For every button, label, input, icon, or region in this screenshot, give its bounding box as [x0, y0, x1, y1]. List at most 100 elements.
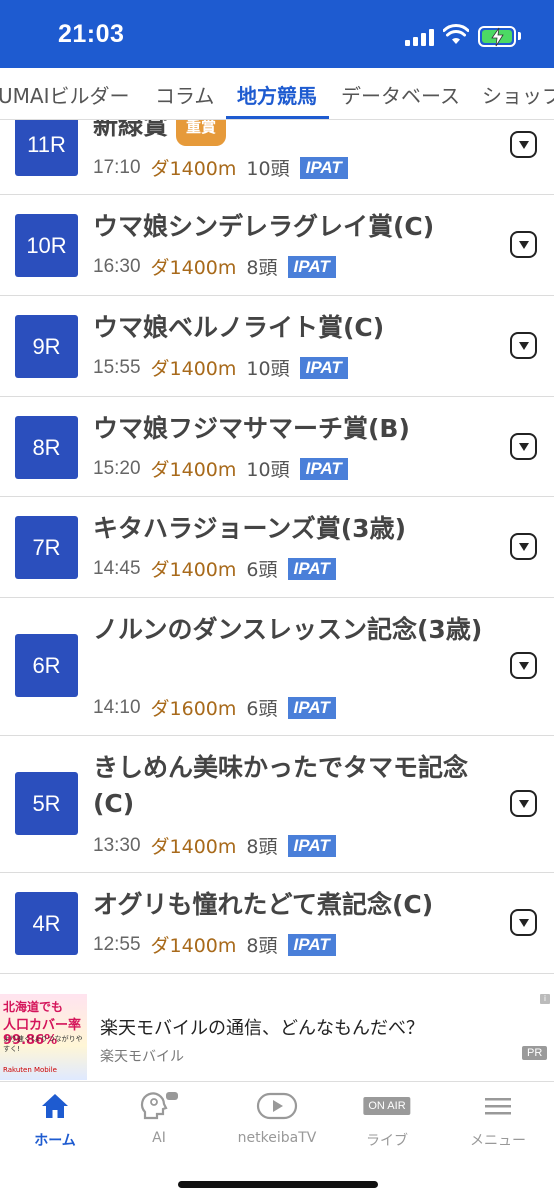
chevron-down-icon	[518, 799, 529, 808]
race-meta: 12:55 ダ1400m 8頭 IPAT	[93, 931, 336, 958]
cellular-signal-icon	[405, 28, 435, 46]
race-meta: 13:30 ダ1400m 8頭 IPAT	[93, 832, 336, 859]
ipat-badge[interactable]: IPAT	[299, 156, 348, 179]
category-tabs: UMAIビルダー コラム 地方競馬 データベース ショップ	[0, 68, 554, 120]
ipat-badge[interactable]: IPAT	[287, 696, 336, 719]
nav-label: ホーム	[34, 1133, 76, 1149]
nav-ai[interactable]: AI	[109, 1090, 209, 1150]
race-course: ダ1400m	[150, 158, 237, 180]
race-name: ウマ娘シンデレラグレイ賞(C)	[93, 212, 435, 241]
race-heads: 8頭	[246, 836, 278, 858]
race-row-10r[interactable]: 10R ウマ娘シンデレラグレイ賞(C) 16:30 ダ1400m 8頭 IPAT	[0, 195, 554, 296]
race-row-7r[interactable]: 7R キタハラジョーンズ賞(3歳) 14:45 ダ1400m 6頭 IPAT	[0, 497, 554, 598]
ad-banner[interactable]: 北海道でも 人口カバー率99.86% より速く!よりつながりやすく! Rakut…	[0, 986, 554, 1082]
ipat-badge[interactable]: IPAT	[299, 457, 348, 480]
home-icon	[42, 1094, 68, 1118]
chevron-down-icon	[518, 918, 529, 927]
nav-home[interactable]: ホーム	[5, 1090, 105, 1150]
on-air-icon: ON AIR	[363, 1094, 411, 1126]
race-row-11r[interactable]: 11R 新緑賞 重賞 17:10 ダ1400m 10頭 IPAT	[0, 120, 554, 195]
chevron-down-icon	[518, 542, 529, 551]
ipat-badge[interactable]: IPAT	[287, 557, 336, 580]
tab-shop[interactable]: ショップ	[482, 80, 554, 109]
race-course: ダ1600m	[150, 698, 237, 720]
ipat-badge[interactable]: IPAT	[287, 834, 336, 857]
race-name: ウマ娘フジマサマーチ賞(B)	[93, 414, 410, 443]
race-meta: 15:55 ダ1400m 10頭 IPAT	[93, 354, 348, 381]
app-screen: 21:03 UMAIビルダー コラム 地方競馬 データベース ショップ 11R	[0, 0, 554, 1199]
nav-menu[interactable]: メニュー	[448, 1090, 548, 1150]
nav-label: AI	[152, 1130, 166, 1146]
ad-info-icon[interactable]: i	[540, 994, 550, 1004]
race-row-5r[interactable]: 5R きしめん美味かったでタマモ記念(C) 13:30 ダ1400m 8頭 IP…	[0, 736, 554, 873]
ad-title[interactable]: 楽天モバイルの通信、どんなもんだべ？	[100, 1014, 424, 1040]
race-number-badge: 4R	[15, 892, 78, 955]
chevron-down-icon	[518, 661, 529, 670]
ad-image[interactable]: 北海道でも 人口カバー率99.86% より速く!よりつながりやすく! Rakut…	[0, 994, 87, 1080]
race-course: ダ1400m	[150, 257, 237, 279]
chevron-down-icon	[518, 140, 529, 149]
status-bar: 21:03	[0, 0, 554, 68]
expand-button[interactable]	[510, 533, 537, 560]
wifi-icon	[443, 24, 469, 44]
grade-badge: 重賞	[176, 120, 227, 146]
expand-button[interactable]	[510, 433, 537, 460]
chevron-down-icon	[518, 442, 529, 451]
race-meta: 15:20 ダ1400m 10頭 IPAT	[93, 455, 348, 482]
nav-label: netkeibaTV	[237, 1130, 317, 1146]
race-heads: 10頭	[246, 358, 290, 380]
race-time: 12:55	[93, 933, 141, 955]
race-course: ダ1400m	[150, 358, 237, 380]
race-number-badge: 11R	[15, 120, 78, 176]
race-course: ダ1400m	[150, 836, 237, 858]
home-indicator[interactable]	[178, 1181, 378, 1188]
race-list: 11R 新緑賞 重賞 17:10 ダ1400m 10頭 IPAT 10R ウマ娘シ…	[0, 120, 554, 986]
race-row-4r[interactable]: 4R オグリも憧れたどて煮記念(C) 12:55 ダ1400m 8頭 IPAT	[0, 873, 554, 974]
tab-column[interactable]: コラム	[155, 80, 214, 109]
expand-button[interactable]	[510, 332, 537, 359]
race-name: オグリも憧れたどて煮記念(C)	[93, 890, 434, 919]
ai-brain-icon	[140, 1092, 178, 1120]
race-course: ダ1400m	[150, 935, 237, 957]
race-meta: 14:45 ダ1400m 6頭 IPAT	[93, 555, 336, 582]
race-time: 17:10	[93, 156, 141, 178]
race-name: 新緑賞 重賞	[93, 120, 488, 146]
race-heads: 6頭	[246, 559, 278, 581]
race-number-badge: 6R	[15, 634, 78, 697]
race-heads: 8頭	[246, 257, 278, 279]
tab-database[interactable]: データベース	[341, 80, 460, 109]
race-number-badge: 5R	[15, 772, 78, 835]
race-row-9r[interactable]: 9R ウマ娘ベルノライト賞(C) 15:55 ダ1400m 10頭 IPAT	[0, 296, 554, 397]
race-meta: 14:10 ダ1600m 6頭 IPAT	[93, 694, 336, 721]
race-name: きしめん美味かったでタマモ記念(C)	[93, 753, 469, 818]
nav-netkeiba-tv[interactable]: netkeibaTV	[227, 1090, 327, 1150]
hamburger-menu-icon	[485, 1098, 511, 1115]
race-name: キタハラジョーンズ賞(3歳)	[93, 514, 406, 543]
race-heads: 6頭	[246, 698, 278, 720]
race-course: ダ1400m	[150, 459, 237, 481]
expand-button[interactable]	[510, 652, 537, 679]
play-tv-icon	[256, 1092, 298, 1120]
expand-button[interactable]	[510, 231, 537, 258]
nav-label: メニュー	[470, 1133, 526, 1149]
expand-button[interactable]	[510, 909, 537, 936]
race-heads: 10頭	[246, 158, 290, 180]
ad-pr-label: PR	[522, 1046, 548, 1060]
race-row-8r[interactable]: 8R ウマ娘フジマサマーチ賞(B) 15:20 ダ1400m 10頭 IPAT	[0, 397, 554, 497]
expand-button[interactable]	[510, 131, 537, 158]
race-heads: 8頭	[246, 935, 278, 957]
ipat-badge[interactable]: IPAT	[287, 933, 336, 956]
nav-live[interactable]: ON AIR ライブ	[337, 1090, 437, 1150]
expand-button[interactable]	[510, 790, 537, 817]
race-number-badge: 7R	[15, 516, 78, 579]
race-name: ウマ娘ベルノライト賞(C)	[93, 313, 385, 342]
race-meta: 16:30 ダ1400m 8頭 IPAT	[93, 253, 336, 280]
tab-local-racing[interactable]: 地方競馬	[237, 80, 317, 109]
ipat-badge[interactable]: IPAT	[287, 255, 336, 278]
race-row-6r[interactable]: 6R ノルンのダンスレッスン記念(3歳) 14:10 ダ1600m 6頭 IPA…	[0, 598, 554, 736]
race-meta: 17:10 ダ1400m 10頭 IPAT	[93, 154, 348, 181]
ipat-badge[interactable]: IPAT	[299, 356, 348, 379]
race-number-badge: 8R	[15, 416, 78, 479]
race-name: ノルンのダンスレッスン記念(3歳)	[93, 615, 483, 644]
tab-umai-builder[interactable]: UMAIビルダー	[0, 80, 129, 109]
